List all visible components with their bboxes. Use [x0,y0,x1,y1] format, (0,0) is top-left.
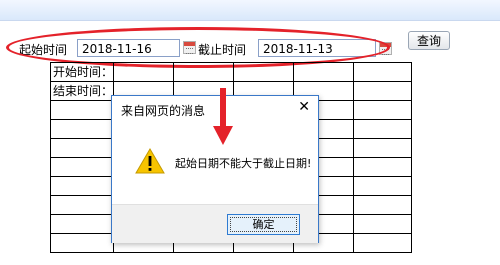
end-date-input[interactable]: 2018-11-13 [258,39,376,57]
calendar-icon[interactable] [379,42,392,55]
table-cell: 开始时间： [50,62,114,82]
table-cell [50,176,114,196]
table-cell [50,157,114,177]
dialog-title: 来自网页的消息 [121,104,206,118]
table-cell [293,62,354,82]
table-cell [353,176,412,196]
start-date-input[interactable]: 2018-11-16 [77,39,180,57]
table-cell [233,62,294,82]
calendar-icon[interactable] [183,41,196,54]
ok-button[interactable]: 确定 [227,214,300,235]
table-cell [50,214,114,234]
dialog-message: 起始日期不能大于截止日期! [175,157,312,170]
table-cell [50,119,114,139]
table-cell [113,62,174,82]
table-row: 开始时间： [50,62,412,82]
table-cell [173,62,234,82]
table-cell [353,119,412,139]
table-cell [353,138,412,158]
table-cell [50,138,114,158]
warning-icon [135,148,165,174]
table-cell [353,81,412,101]
table-cell [353,214,412,234]
table-cell: 结束时间： [50,81,114,101]
close-icon[interactable]: ✕ [298,99,310,115]
table-cell [353,195,412,215]
start-time-label: 起始时间 [19,43,68,57]
table-cell [353,157,412,177]
table-cell [50,195,114,215]
query-button[interactable]: 查询 [408,31,450,50]
table-cell [353,100,412,120]
table-cell [50,233,114,253]
table-cell [353,62,412,82]
arrow-down-icon [213,88,233,145]
table-cell [50,100,114,120]
top-bar [0,0,500,21]
end-time-label: 截止时间 [198,43,247,57]
table-cell [353,233,412,253]
dialog-footer: 确定 [112,204,318,243]
